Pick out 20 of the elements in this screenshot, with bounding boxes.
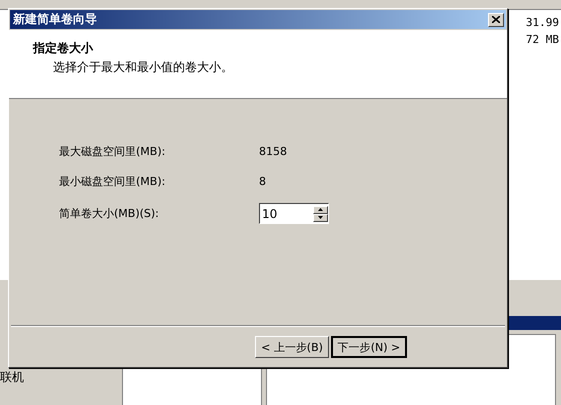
- table-cell: 31.99: [526, 16, 559, 29]
- window-title: 新建简单卷向导: [13, 11, 97, 28]
- spin-up-button[interactable]: [313, 206, 328, 214]
- back-button[interactable]: < 上一步(B): [255, 336, 329, 358]
- page-heading: 指定卷大小: [33, 40, 94, 57]
- field-value: 8: [259, 175, 267, 188]
- next-button[interactable]: 下一步(N) >: [331, 336, 407, 358]
- field-label: 最小磁盘空间里(MB):: [59, 174, 166, 189]
- field-label: 最大磁盘空间里(MB):: [59, 144, 166, 159]
- size-input[interactable]: 10: [260, 206, 312, 220]
- down-arrow-icon: [318, 216, 323, 219]
- field-value: 8158: [259, 145, 288, 158]
- disk-label: 联机: [0, 369, 25, 385]
- table-cell: 72 MB: [526, 33, 559, 46]
- field-label: 简单卷大小(MB)(S):: [59, 206, 160, 221]
- close-icon: [492, 16, 500, 23]
- page-subheading: 选择介于最大和最小值的卷大小。: [52, 59, 234, 76]
- up-arrow-icon: [318, 208, 323, 211]
- close-button[interactable]: [488, 12, 504, 26]
- size-spinbox[interactable]: 10: [259, 203, 329, 224]
